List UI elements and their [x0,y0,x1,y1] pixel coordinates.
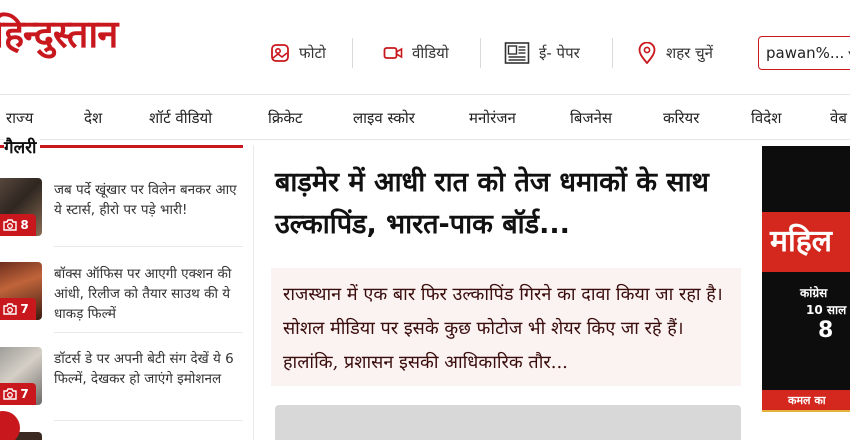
newspaper-icon [504,42,530,64]
photo-count-badge: 7 [0,298,36,320]
floating-share-button[interactable] [0,411,20,440]
divider [54,420,243,421]
city-label: शहर चुनें [666,44,713,62]
camera-icon [3,388,18,400]
photo-count-badge: 7 [0,383,36,405]
nav-item-live-score[interactable]: लाइव स्कोर [353,96,415,140]
ad-frame [762,146,850,412]
top-header: हिन्दुस्तान फोटो वीडियो ई- पेपर शहर चुने… [0,0,850,95]
photo-icon [271,44,289,62]
gallery-thumbnail[interactable]: 7 [0,347,42,405]
nav-item-web[interactable]: वेब [830,96,847,140]
camera-icon [3,303,18,315]
gallery-thumbnail[interactable]: 7 [0,262,42,320]
nav-item-state[interactable]: राज्य [6,96,33,140]
gallery-item-title[interactable]: बॉक्स ऑफिस पर आएगी एक्शन की आंधी, रिलीज … [54,264,243,324]
nav-item-country[interactable]: देश [84,96,102,140]
nav-item-career[interactable]: करियर [663,96,699,140]
divider [54,332,243,333]
column-divider [253,145,254,440]
video-label: वीडियो [412,44,449,62]
gallery-item[interactable]: 8 जब पर्दे खूंखार पर विलेन बनकर आए ये स्… [0,178,243,238]
gallery-thumbnail[interactable]: 8 [0,178,42,236]
city-select[interactable]: शहर चुनें [637,38,713,68]
nav-item-cricket[interactable]: क्रिकेट [268,96,303,140]
location-pin-icon [638,42,656,64]
epaper-label: ई- पेपर [539,44,580,62]
photo-count-badge: 8 [0,214,36,236]
header-divider [612,38,613,68]
nav-item-entertainment[interactable]: मनोरंजन [469,96,516,140]
epaper-link[interactable]: ई- पेपर [504,38,580,68]
user-menu-button[interactable]: pawan%... ▾ [758,36,850,70]
nav-item-abroad[interactable]: विदेश [751,96,781,140]
nav-item-business[interactable]: बिजनेस [570,96,612,140]
photo-count: 8 [20,218,29,232]
gallery-item-title[interactable]: डॉटर्स डे पर अपनी बेटी संग देखें ये 6 फि… [54,349,243,389]
gallery-item-title[interactable]: जब पर्दे खूंखार पर विलेन बनकर आए ये स्टा… [54,180,243,220]
article-headline[interactable]: बाड़मेर में आधी रात को तेज धमाकों के साथ… [275,162,745,246]
camera-icon [3,219,18,231]
photo-count: 7 [20,387,29,401]
article-summary: राजस्थान में एक बार फिर उल्कापिंड गिरने … [271,268,741,386]
header-divider [480,38,481,68]
gallery-item[interactable]: 7 डॉटर्स डे पर अपनी बेटी संग देखें ये 6 … [0,347,243,407]
gallery-title: गैलरी [4,138,41,158]
video-camera-icon [383,47,403,59]
nav-item-short-video[interactable]: शॉर्ट वीडियो [149,96,212,140]
main-nav: राज्य देश शॉर्ट वीडियो क्रिकेट लाइव स्को… [0,96,850,140]
divider [54,246,243,247]
site-logo[interactable]: हिन्दुस्तान [0,8,118,60]
header-divider [352,38,353,68]
photo-link[interactable]: फोटो [270,38,326,68]
user-label: pawan%... [766,44,845,62]
photo-label: फोटो [299,44,326,62]
gallery-item[interactable]: 7 बॉक्स ऑफिस पर आएगी एक्शन की आंधी, रिली… [0,262,243,322]
article-media-placeholder[interactable] [275,405,741,440]
photo-count: 7 [20,302,29,316]
video-link[interactable]: वीडियो [383,38,449,68]
